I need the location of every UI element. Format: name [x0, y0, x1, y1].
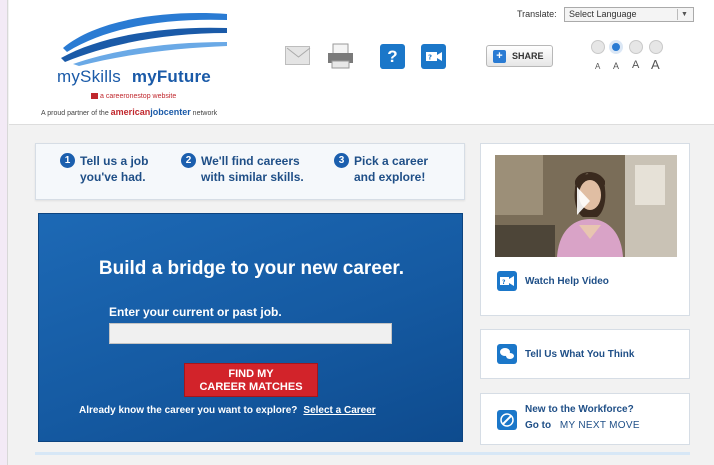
- left-edge: [0, 0, 8, 465]
- chevron-down-icon: ▼: [677, 9, 691, 20]
- help-icon[interactable]: ?: [380, 44, 405, 69]
- feedback-link[interactable]: Tell Us What You Think: [525, 349, 634, 360]
- video-camera-icon[interactable]: ?: [421, 44, 446, 69]
- site-header: mySkills myFuture a careeronestop websit…: [9, 0, 714, 125]
- logo-word-myfuture: myFuture: [131, 67, 211, 86]
- step-number: 3: [334, 153, 349, 168]
- font-size-option-2[interactable]: [609, 40, 623, 54]
- hero-title: Build a bridge to your new career.: [98, 258, 405, 279]
- step-line-1: We'll find careers: [201, 154, 300, 168]
- select-career-link[interactable]: Select a Career: [303, 405, 375, 416]
- step-line-2: with similar skills.: [201, 170, 304, 184]
- page: mySkills myFuture a careeronestop websit…: [9, 0, 714, 465]
- find-career-matches-button[interactable]: FIND MY CAREER MATCHES: [184, 363, 318, 397]
- step-text: Pick a career and explore!: [354, 153, 428, 185]
- partner-brand-a: american: [110, 107, 151, 117]
- bottom-divider: [35, 452, 690, 455]
- print-icon[interactable]: [327, 43, 354, 69]
- my-next-move-link[interactable]: MY NEXT MOVE: [560, 420, 640, 431]
- step-line-1: Tell us a job: [80, 154, 149, 168]
- plus-icon: +: [493, 50, 506, 63]
- font-size-label-1[interactable]: A: [595, 62, 600, 71]
- logo-subtitle: a careeronestop website: [91, 93, 176, 100]
- language-select[interactable]: Select Language ▼: [564, 7, 694, 22]
- svg-text:?: ?: [428, 54, 432, 62]
- step-text: Tell us a job you've had.: [80, 153, 148, 185]
- share-label: SHARE: [512, 51, 544, 61]
- help-video-thumbnail[interactable]: [495, 155, 677, 257]
- partner-brand-b: jobcenter: [150, 107, 191, 117]
- step-line-2: and explore!: [354, 170, 426, 184]
- help-video-card: ? Watch Help Video: [480, 143, 690, 316]
- job-input[interactable]: [109, 323, 392, 344]
- font-size-label-2[interactable]: A: [613, 61, 619, 71]
- career-search-panel: Build a bridge to your new career. Enter…: [38, 213, 463, 442]
- translate-label: Translate:: [517, 9, 557, 19]
- font-size-label-4[interactable]: A: [651, 57, 660, 72]
- watch-help-video-link[interactable]: Watch Help Video: [525, 276, 609, 287]
- svg-text:?: ?: [502, 279, 506, 286]
- language-select-value: Select Language: [569, 9, 637, 19]
- partner-suffix: network: [192, 110, 218, 117]
- font-size-option-1[interactable]: [591, 40, 605, 54]
- share-button[interactable]: + SHARE: [486, 45, 553, 67]
- find-button-line-2: CAREER MATCHES: [199, 381, 303, 393]
- how-it-works-steps: 1 Tell us a job you've had. 2 We'll find …: [35, 143, 465, 200]
- workforce-card[interactable]: New to the Workforce? Go to MY NEXT MOVE: [480, 393, 690, 445]
- step-number: 2: [181, 153, 196, 168]
- logo-word-myskills: mySkills: [57, 67, 121, 86]
- logo-subtitle-text: a careeronestop website: [100, 93, 177, 100]
- partner-line: A proud partner of the americanjobcenter…: [41, 107, 217, 117]
- job-input-label: Enter your current or past job.: [109, 305, 282, 319]
- workforce-prefix: Go to: [525, 420, 552, 431]
- font-size-label-3[interactable]: A: [632, 59, 639, 71]
- logo-title[interactable]: mySkills myFuture: [57, 67, 211, 87]
- workforce-line-1: New to the Workforce?: [525, 404, 634, 415]
- partner-prefix: A proud partner of the: [41, 110, 109, 117]
- logo-swoosh-icon[interactable]: [59, 8, 229, 66]
- step-line-2: you've had.: [80, 170, 146, 184]
- hero-footer: Already know the career you want to expl…: [79, 405, 376, 416]
- step-text: We'll find careers with similar skills.: [201, 153, 304, 185]
- feedback-card[interactable]: Tell Us What You Think: [480, 329, 690, 379]
- page-frame: mySkills myFuture a careeronestop websit…: [0, 0, 714, 465]
- email-icon[interactable]: [285, 46, 311, 65]
- speech-bubble-icon: [497, 344, 517, 364]
- font-size-option-3[interactable]: [629, 40, 643, 54]
- video-help-icon[interactable]: ?: [497, 271, 517, 291]
- workforce-line-2[interactable]: Go to MY NEXT MOVE: [525, 420, 640, 431]
- careeronestop-mark-icon: [91, 93, 98, 99]
- hero-footer-text: Already know the career you want to expl…: [79, 405, 298, 416]
- step-number: 1: [60, 153, 75, 168]
- compass-icon: [497, 410, 517, 430]
- find-button-line-1: FIND MY: [228, 368, 274, 380]
- step-line-1: Pick a career: [354, 154, 429, 168]
- font-size-option-4[interactable]: [649, 40, 663, 54]
